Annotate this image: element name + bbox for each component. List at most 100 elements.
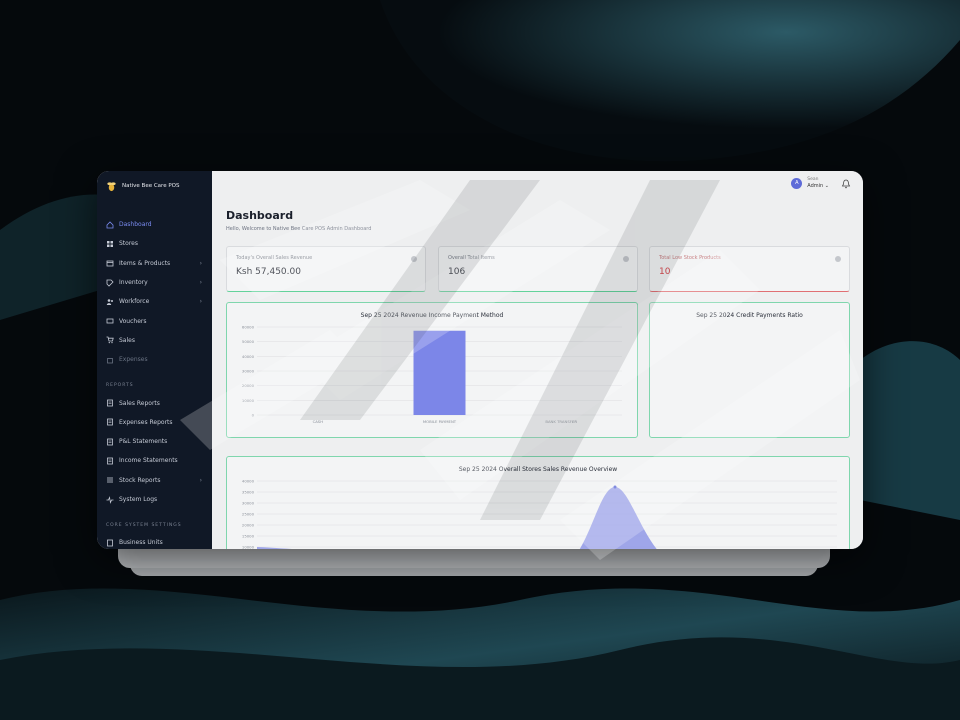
kpi-card-low-stock: Total Low Stock Products 10 <box>649 246 850 292</box>
eye-icon <box>835 256 841 262</box>
cart-icon <box>106 336 114 344</box>
nav-item-label: Sales Reports <box>119 399 160 407</box>
kpi-value: Ksh 57,450.00 <box>236 267 301 277</box>
eye-icon <box>623 256 629 262</box>
tag-icon <box>106 279 114 287</box>
sidebar-item-sales-reports[interactable]: Sales Reports <box>97 393 212 412</box>
chevron-right-icon: › <box>199 259 202 267</box>
home-icon <box>106 221 114 229</box>
nav-item-label: Income Statements <box>119 457 178 465</box>
kpi-label: Total Low Stock Products <box>659 255 721 261</box>
y-tick-label: 10000 <box>242 398 255 403</box>
sidebar-item-dashboard[interactable]: Dashboard <box>97 215 212 234</box>
doc-icon <box>106 438 114 446</box>
doc-icon <box>106 399 114 407</box>
nav-item-label: Inventory <box>119 279 148 287</box>
app-window: Native Bee Care POS Dashboard Stores Items… <box>97 171 863 549</box>
reports-section-label: REPORTS <box>106 383 134 389</box>
kpi-value: 106 <box>448 267 466 277</box>
sidebar-item-income-statements[interactable]: Income Statements <box>97 451 212 470</box>
y-tick-label: 35000 <box>242 490 255 495</box>
y-tick-label: 50000 <box>242 339 255 344</box>
y-tick-label: 40000 <box>242 479 255 484</box>
doc-icon <box>106 418 114 426</box>
user-menu[interactable]: A Sean Admin ⌄ <box>791 177 829 189</box>
y-tick-label: 60000 <box>242 325 255 330</box>
box-icon <box>106 259 114 267</box>
y-tick-label: 20000 <box>242 523 255 528</box>
kpi-card-sales-revenue: Today's Overall Sales Revenue Ksh 57,450… <box>226 246 426 292</box>
bell-icon[interactable] <box>841 179 851 189</box>
sidebar-item-items-products[interactable]: Items & Products › <box>97 254 212 273</box>
y-tick-label: 20000 <box>242 383 255 388</box>
nav-item-label: Vouchers <box>119 317 147 325</box>
sidebar-item-inventory[interactable]: Inventory › <box>97 273 212 292</box>
nav-item-label: Workforce <box>119 298 150 306</box>
sidebar-item-workforce[interactable]: Workforce › <box>97 292 212 311</box>
user-role: Admin ⌄ <box>807 183 829 189</box>
sidebar-item-expenses-reports[interactable]: Expenses Reports <box>97 413 212 432</box>
sidebar: Native Bee Care POS Dashboard Stores Items… <box>97 171 212 549</box>
payment-method-chart-card: Sep 25 2024 Revenue Income Payment Metho… <box>226 302 638 438</box>
nav-item-label: Business Units <box>119 539 163 547</box>
main-content: A Sean Admin ⌄ Dashboard Hello, Welcome … <box>212 171 863 549</box>
payment-method-bar-chart: 0 10000 20000 30000 40000 50000 60000 CASH MOBIL… <box>242 325 622 424</box>
nav-item-label: Expenses <box>119 356 148 364</box>
x-tick-label: MOBILE PAYMENT <box>423 419 457 424</box>
sidebar-item-vouchers[interactable]: Vouchers <box>97 311 212 330</box>
sidebar-item-sales[interactable]: Sales <box>97 331 212 350</box>
building-icon <box>106 539 114 547</box>
list-icon <box>106 476 114 484</box>
nav-item-label: Sales <box>119 336 135 344</box>
voucher-icon <box>106 317 114 325</box>
revenue-area <box>257 487 657 549</box>
doc-icon <box>106 457 114 465</box>
stores-revenue-area-chart: 40000 35000 30000 25000 20000 15000 10000 <box>242 479 837 550</box>
nav-item-label: System Logs <box>119 496 158 503</box>
sidebar-item-p-l-statements[interactable]: P&L Statements <box>97 432 212 451</box>
bar[interactable] <box>413 330 466 415</box>
y-tick-label: 25000 <box>242 512 255 517</box>
brand[interactable]: Native Bee Care POS <box>97 171 212 201</box>
y-tick-label: 10000 <box>242 545 255 550</box>
nav-item-label: Dashboard <box>119 221 152 229</box>
users-icon <box>106 298 114 306</box>
kpi-card-total-items: Overall Total Items 106 <box>438 246 638 292</box>
kpi-label: Overall Total Items <box>448 255 495 261</box>
sidebar-item-system-logs[interactable]: System Logs <box>97 490 212 509</box>
kpi-label: Today's Overall Sales Revenue <box>236 255 313 261</box>
x-tick-label: CASH <box>313 419 324 424</box>
y-tick-label: 40000 <box>242 354 255 359</box>
sidebar-item-business-units[interactable]: Business Units <box>97 533 212 549</box>
page-title: Dashboard <box>226 209 294 222</box>
y-tick-label: 30000 <box>242 369 255 374</box>
settings-section-label: CORE SYSTEM SETTINGS <box>106 523 182 529</box>
avatar: A <box>791 177 803 189</box>
page-subtitle: Hello, Welcome to Native Bee Care POS Ad… <box>226 226 372 232</box>
grid-icon <box>106 240 114 248</box>
bag-icon <box>106 356 114 364</box>
data-point[interactable] <box>613 485 617 489</box>
pulse-icon <box>106 495 114 504</box>
x-tick-label: BANK TRANSFER <box>545 419 577 424</box>
chart-title: Sep 25 2024 Credit Payments Ratio <box>696 312 803 319</box>
y-tick-label: 30000 <box>242 501 255 506</box>
stores-revenue-chart-card: Sep 25 2024 Overall Stores Sales Revenue… <box>226 456 850 549</box>
nav-item-label: Stores <box>119 240 138 248</box>
app-name: Native Bee Care POS <box>122 183 180 189</box>
sidebar-item-expenses[interactable]: Expenses <box>97 350 212 369</box>
eye-icon <box>411 256 417 262</box>
y-tick-label: 15000 <box>242 534 255 539</box>
nav-item-label: P&L Statements <box>119 438 168 446</box>
sidebar-item-stores[interactable]: Stores <box>97 234 212 253</box>
y-tick-label: 0 <box>252 413 255 418</box>
nav-item-label: Items & Products <box>119 259 171 267</box>
chevron-right-icon: › <box>199 298 202 306</box>
bee-logo-icon <box>107 181 116 191</box>
nav-item-label: Stock Reports <box>119 476 161 484</box>
sidebar-item-stock-reports[interactable]: Stock Reports › <box>97 471 212 490</box>
credit-ratio-chart-card: Sep 25 2024 Credit Payments Ratio <box>649 302 850 438</box>
kpi-value: 10 <box>659 267 671 277</box>
nav-item-label: Expenses Reports <box>119 418 173 426</box>
window-stack-shadow <box>118 548 830 568</box>
